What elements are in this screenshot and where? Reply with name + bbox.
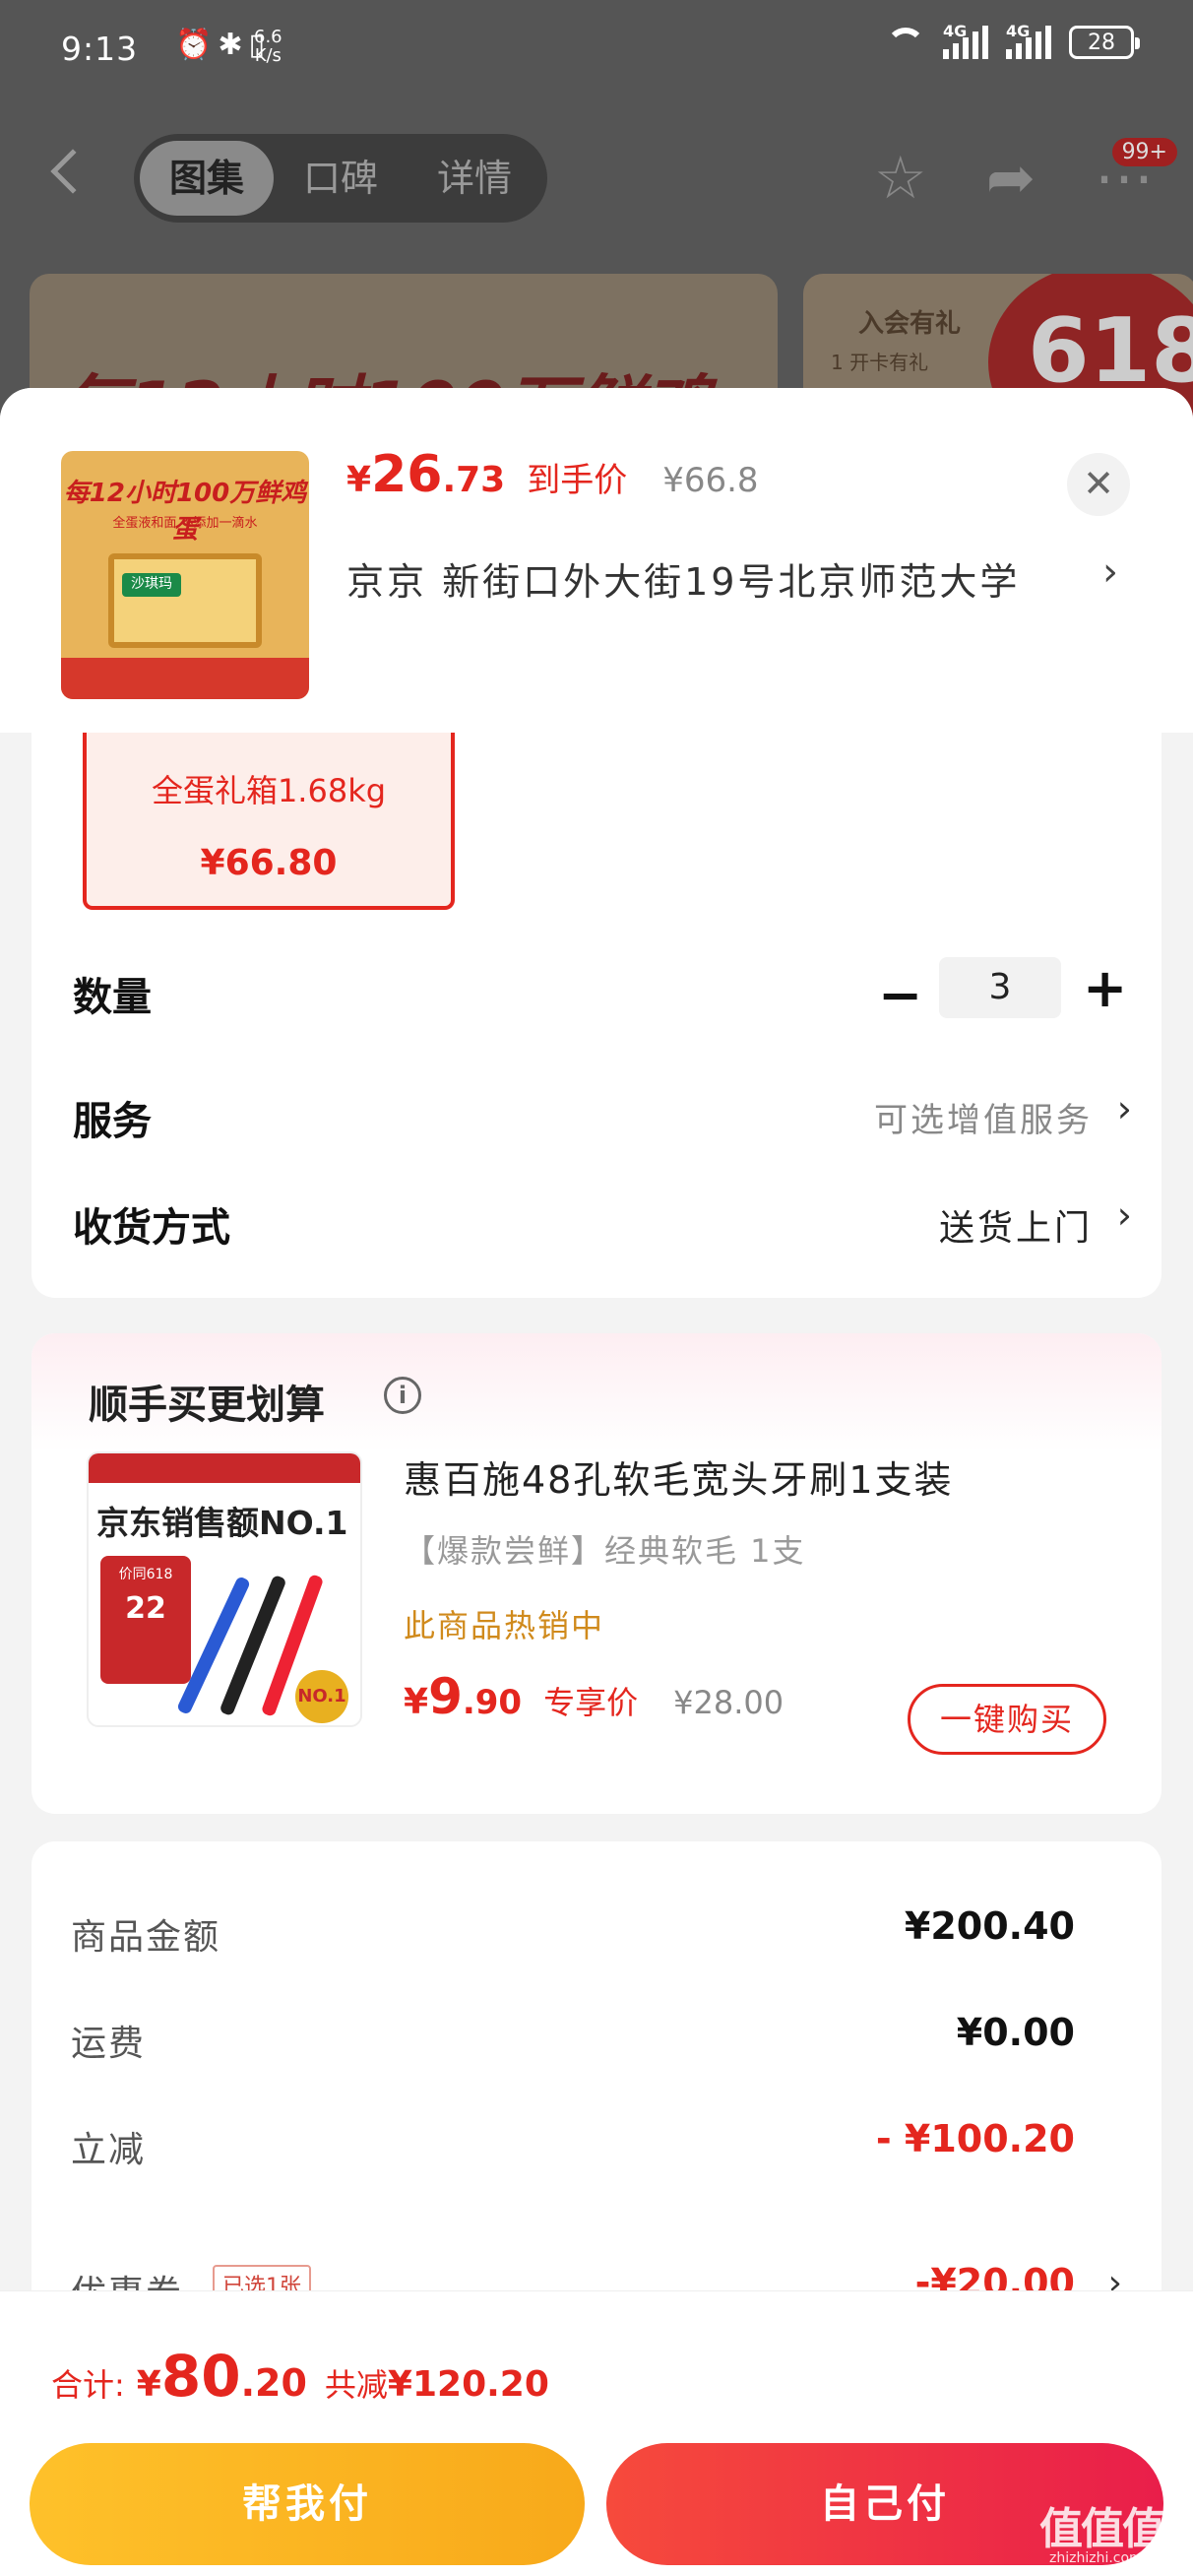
rec-original-price: ¥28.00 [673, 1684, 785, 1721]
product-thumbnail: 每12小时100万鲜鸡蛋 全蛋液和面 不添加一滴水 沙琪玛 [61, 451, 309, 699]
reduce-value: ¥120.20 [387, 2364, 549, 2405]
header-tabs: 图集 口碑 详情 [134, 134, 547, 223]
delivery-address[interactable]: 京京 新街口外大街19号北京师范大学 [346, 551, 1020, 606]
price-symbol: ¥ [346, 460, 372, 500]
final-price: ¥ 26 .73 到手价 ¥66.8 [346, 445, 759, 504]
thumb-sub: 全蛋液和面 不添加一滴水 [112, 516, 258, 531]
thumb-base [61, 658, 309, 699]
quantity-label: 数量 [73, 975, 152, 1020]
quantity-input[interactable]: 3 [939, 957, 1061, 1018]
no1-seal: NO.1 [295, 1670, 348, 1723]
goods-amount-value: ¥200.40 [904, 1904, 1075, 1948]
delivery-method-value[interactable]: 送货上门 [939, 1199, 1093, 1251]
signal-icon-2: 4G [1006, 22, 1051, 59]
total-int: 80 [160, 2343, 241, 2410]
net-speed-unit: K/s [254, 45, 282, 66]
status-right: 4G 4G 28 [886, 22, 1140, 59]
image-tag: 价同618 22 [100, 1556, 191, 1684]
rec-price-symbol: ¥ [404, 1682, 429, 1722]
original-price: ¥66.8 [662, 461, 759, 500]
image-tag-text: 价同618 [118, 1567, 173, 1582]
signal2-label: 4G [1006, 22, 1031, 40]
chevron-right-icon[interactable]: › [1117, 1087, 1132, 1130]
close-button[interactable]: ✕ [1067, 453, 1130, 516]
watermark-url: zhizhizhi.com [1049, 2550, 1143, 2566]
tab-reviews[interactable]: 口碑 [274, 141, 408, 216]
price-int: 26 [371, 445, 443, 504]
total-dec: .20 [240, 2361, 307, 2405]
chevron-right-icon[interactable]: › [1102, 549, 1118, 595]
help-pay-button[interactable]: 帮我付 [30, 2443, 585, 2565]
quick-buy-button[interactable]: 一键购买 [908, 1684, 1106, 1755]
total-label: 合计: [51, 2366, 125, 2404]
star-icon[interactable]: ☆ [874, 144, 927, 213]
screen: 9:13 ⏰✱▯ 6.6 K/s 4G 4G 28 图集 口碑 详情 ☆ ➦ ⋯… [0, 0, 1193, 2576]
recommend-card: 顺手买更划算 i 京东销售额NO.1 价同618 22 NO.1 惠百施48孔软… [31, 1333, 1162, 1814]
delivery-method-label: 收货方式 [73, 1205, 230, 1251]
recommend-price: ¥ 9 .90 专享价 ¥28.00 [404, 1668, 784, 1725]
minus-icon[interactable]: − [878, 964, 922, 1026]
thumb-title: 每12小时100万鲜鸡蛋 [63, 479, 307, 545]
info-icon[interactable]: i [384, 1377, 421, 1414]
options-card: 全蛋礼箱1.68kg ¥66.80 数量 − 3 + 服务 可选增值服务 › 收… [31, 733, 1162, 1298]
spec-price: ¥66.80 [200, 843, 338, 883]
wifi-icon [886, 28, 925, 57]
spec-name: 全蛋礼箱1.68kg [151, 772, 387, 809]
signal-icon: 4G [943, 22, 988, 59]
shipping-value: ¥0.00 [956, 2011, 1075, 2054]
purchase-sheet: 每12小时100万鲜鸡蛋 全蛋液和面 不添加一滴水 沙琪玛 ¥ 26 .73 到… [0, 388, 1193, 2576]
rec-price-int: 9 [428, 1668, 463, 1725]
goods-amount-label: 商品金额 [71, 1917, 221, 1958]
rec-price-tag: 专享价 [543, 1684, 639, 1721]
tab-gallery[interactable]: 图集 [140, 141, 274, 216]
discount-label: 立减 [71, 2130, 147, 2170]
recommend-name[interactable]: 惠百施48孔软毛宽头牙刷1支装 [404, 1449, 954, 1504]
image-headline: 京东销售额NO.1 [96, 1504, 348, 1542]
tab-details[interactable]: 详情 [408, 141, 541, 216]
battery-level: 28 [1088, 30, 1115, 55]
status-time: 9:13 [61, 30, 139, 68]
discount-value: - ¥100.20 [875, 2117, 1075, 2160]
brand-logo: 沙琪玛 [122, 573, 181, 597]
total-price: 合计: ¥ 80 .20 共减 ¥120.20 [51, 2343, 549, 2410]
status-bar: 9:13 ⏰✱▯ 6.6 K/s 4G 4G 28 [0, 0, 1193, 98]
service-value[interactable]: 可选增值服务 [874, 1093, 1093, 1141]
net-speed-value: 6.6 [254, 27, 283, 47]
chevron-right-icon[interactable]: › [1117, 1193, 1132, 1237]
member-sub: 1 开卡有礼 [831, 351, 929, 374]
watermark-logo: 值值值 [1039, 2504, 1165, 2554]
message-badge: 99+ [1111, 138, 1177, 166]
recommend-title: 顺手买更划算 [89, 1383, 325, 1428]
recommend-hot: 此商品热销中 [404, 1607, 605, 1644]
member-title: 入会有礼 [858, 309, 962, 339]
shipping-label: 运费 [71, 2024, 147, 2064]
share-icon[interactable]: ➦ [986, 144, 1036, 213]
gift-box-shape [108, 553, 262, 648]
total-symbol: ¥ [136, 2364, 161, 2405]
reduce-label: 共减 [324, 2366, 388, 2404]
recommend-spec: 【爆款尝鲜】经典软毛 1支 [404, 1532, 806, 1570]
plus-icon[interactable]: + [1083, 957, 1127, 1019]
price-tag: 到手价 [527, 461, 628, 500]
recommend-product-image[interactable]: 京东销售额NO.1 价同618 22 NO.1 [87, 1451, 362, 1727]
price-dec: .73 [442, 460, 506, 500]
net-speed: 6.6 K/s [254, 28, 283, 65]
battery-icon: 28 [1069, 26, 1140, 59]
summary-card: 商品金额 ¥200.40 运费 ¥0.00 立减 - ¥100.20 优惠券 已… [31, 1841, 1162, 2353]
sheet-header: 每12小时100万鲜鸡蛋 全蛋液和面 不添加一滴水 沙琪玛 ¥ 26 .73 到… [0, 388, 1193, 733]
spec-option-selected[interactable]: 全蛋礼箱1.68kg ¥66.80 [83, 733, 455, 910]
service-label: 服务 [73, 1099, 152, 1144]
image-count: 22 [125, 1591, 166, 1626]
rec-price-dec: .90 [462, 1683, 523, 1722]
signal1-label: 4G [943, 22, 968, 40]
checkout-bar: 合计: ¥ 80 .20 共减 ¥120.20 帮我付 自己付 [0, 2290, 1193, 2576]
